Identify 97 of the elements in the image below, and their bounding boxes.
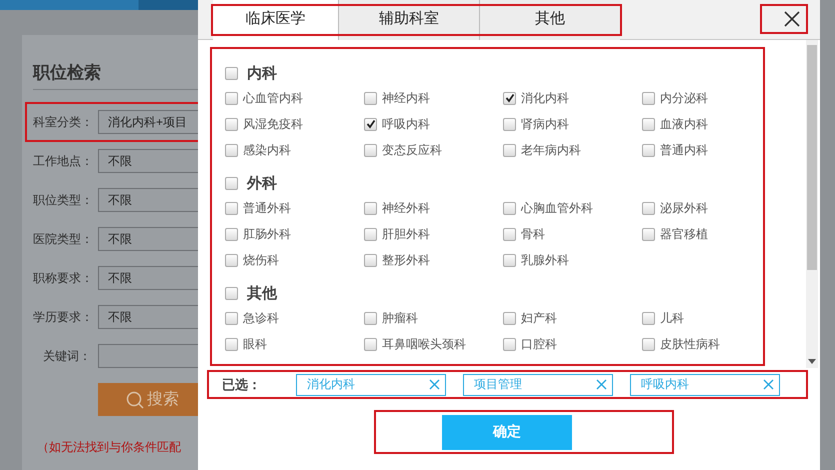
field-label: 工作地点： [33,152,91,170]
tag-text: 项目管理 [474,376,522,393]
checkbox-label: 风湿免疫科 [243,116,303,132]
checkbox-label: 变态反应科 [382,142,442,158]
checkbox-label: 泌尿外科 [660,200,708,216]
checkbox[interactable] [225,312,238,324]
remove-icon[interactable] [429,379,440,390]
checkbox-label: 神经内科 [382,90,430,106]
checkbox[interactable] [225,254,238,266]
checkbox[interactable] [225,228,238,240]
tab[interactable]: 其他 [479,0,620,40]
checkbox[interactable] [503,312,516,324]
remove-icon[interactable] [763,379,774,390]
checkbox-label: 消化内科 [521,90,569,106]
checkbox-label: 骨科 [521,226,545,242]
checkbox[interactable] [642,202,655,214]
checkbox-label: 心血管内科 [243,90,303,106]
checkbox[interactable] [642,312,655,324]
checkbox[interactable] [642,228,655,240]
field-label: 学历要求： [33,308,91,326]
checkbox[interactable] [364,144,377,156]
checkbox-label: 眼科 [243,336,267,352]
search-icon [126,390,144,408]
checkbox[interactable] [503,92,516,104]
checkbox-label: 呼吸内科 [382,116,430,132]
select-field[interactable]: 消化内科+项目 [98,110,198,134]
tab[interactable]: 临床医学 [213,0,338,40]
checkbox-label: 器官移植 [660,226,708,242]
checkbox[interactable] [225,338,238,350]
checkbox[interactable] [225,118,238,130]
checkbox-label: 耳鼻咽喉头颈科 [382,336,466,352]
checkbox-label: 普通外科 [243,200,291,216]
checkbox-label: 整形外科 [382,252,430,268]
checkbox[interactable] [503,338,516,350]
down-arrow-icon[interactable] [808,359,816,364]
field-label: 科室分类： [33,114,91,130]
select-field[interactable]: 不限 [98,227,198,251]
select-field[interactable]: 不限 [98,305,198,329]
group-title: 内科 [247,64,277,82]
checkbox[interactable] [642,144,655,156]
group-title: 外科 [247,174,277,192]
checkbox[interactable] [364,312,377,324]
checkbox-label: 肿瘤科 [382,310,418,326]
checkbox-label: 皮肤性病科 [660,336,720,352]
checkbox[interactable] [225,66,238,80]
checkbox-label: 普通内科 [660,142,708,158]
checkbox[interactable] [642,338,655,350]
checkbox-label: 肛肠外科 [243,226,291,242]
checkbox[interactable] [503,118,516,130]
checkbox[interactable] [364,228,377,240]
checkbox-label: 肝胆外科 [382,226,430,242]
checkbox[interactable] [225,144,238,156]
checkbox-label: 妇产科 [521,310,557,326]
tag-text: 消化内科 [307,376,355,393]
field-label: 医院类型： [33,230,91,248]
checkbox[interactable] [364,118,377,130]
checkbox-label: 感染内科 [243,142,291,158]
hint-text: （如无法找到与你条件匹配 [37,439,182,456]
checkbox-label: 神经外科 [382,200,430,216]
tab[interactable]: 辅助科室 [338,0,479,40]
checkbox-label: 心胸血管外科 [521,200,593,216]
remove-icon[interactable] [596,379,607,390]
selected-label: 已选： [221,376,262,394]
checkbox[interactable] [225,92,238,104]
close-icon[interactable] [784,11,800,27]
tag-text: 呼吸内科 [641,376,689,393]
field-label: 职称要求： [33,270,91,286]
checkbox[interactable] [225,176,238,190]
checkbox[interactable] [503,228,516,240]
field-label: 关键词： [42,348,91,364]
select-field[interactable]: 不限 [98,149,198,173]
checkbox[interactable] [642,118,655,130]
checkbox[interactable] [364,92,377,104]
panel-title: 职位检索 [33,62,102,84]
checkbox-label: 血液内科 [660,116,708,132]
checkbox-label: 内分泌科 [660,90,708,106]
checkbox[interactable] [503,202,516,214]
checkbox-label: 急诊科 [243,310,279,326]
checkbox[interactable] [225,202,238,214]
checkbox-label: 肾病内科 [521,116,569,132]
checkbox-label: 乳腺外科 [521,252,569,268]
checkbox[interactable] [642,92,655,104]
checkbox[interactable] [364,254,377,266]
checkbox[interactable] [364,338,377,350]
checkbox-label: 儿科 [660,310,684,326]
group-title: 其他 [247,284,277,302]
select-field[interactable]: 不限 [98,188,198,212]
checkbox[interactable] [503,144,516,156]
checkbox-label: 口腔科 [521,336,557,352]
field-label: 职位类型： [33,192,91,208]
checkbox[interactable] [364,202,377,214]
checkbox[interactable] [225,286,238,300]
select-field[interactable]: 不限 [98,266,198,290]
checkbox-label: 老年病内科 [521,142,581,158]
checkbox[interactable] [503,254,516,266]
scrollbar[interactable] [806,40,818,368]
checkbox-label: 烧伤科 [243,252,279,268]
